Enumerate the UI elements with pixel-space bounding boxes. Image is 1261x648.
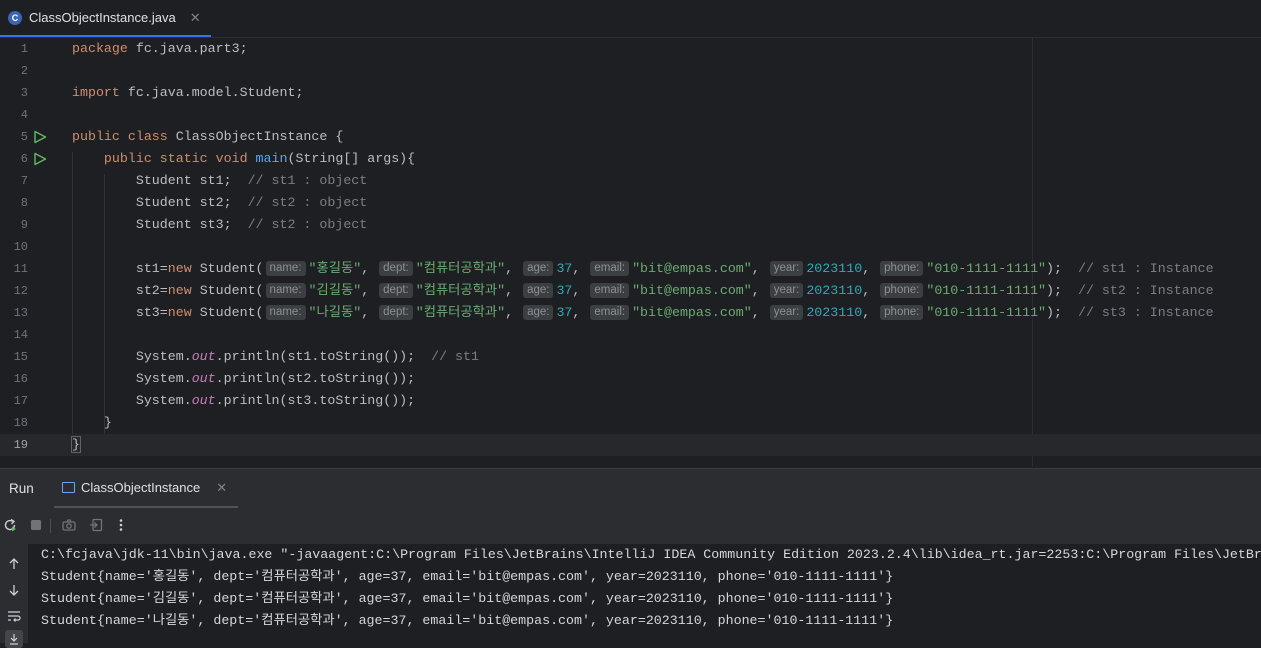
code-editor[interactable]: 1 package fc.java.part3; 2 3 import fc.jav… [0, 38, 1261, 467]
scroll-end-icon[interactable] [5, 630, 23, 648]
run-panel-title: Run [9, 481, 34, 496]
tab-label: ClassObjectInstance.java [29, 10, 176, 25]
console-line: Student{name='나길동', dept='컴퓨터공학과', age=3… [41, 613, 894, 628]
run-panel-header: Run ClassObjectInstance ✕ [0, 468, 1261, 509]
code-line: 18 } [13, 415, 112, 430]
scroll-down-icon[interactable] [5, 581, 23, 599]
code-line: 16 System.out.println(st2.toString()); [13, 371, 416, 386]
code-line: 14 [13, 328, 28, 342]
console-side-toolbar [0, 544, 28, 648]
code-line: 7 Student st1; // st1 : object [20, 173, 368, 188]
more-icon[interactable] [113, 517, 129, 533]
code-line: 2 [20, 64, 28, 78]
soft-wrap-icon[interactable] [5, 607, 23, 625]
editor-tab[interactable]: C ClassObjectInstance.java ✕ [0, 0, 211, 37]
code-line: 6 public static void main(String[] args)… [20, 151, 416, 166]
code-line: 8 Student st2; // st2 : object [20, 195, 368, 210]
code-line: 12 st2=new Student(name: "김길동", dept: "컴퓨터… [13, 283, 1214, 298]
code-line-current: 19} [0, 434, 1261, 456]
run-gutter-icon[interactable] [33, 130, 47, 144]
close-icon[interactable]: ✕ [216, 480, 227, 496]
run-gutter-icon[interactable] [33, 152, 47, 166]
toolbar-separator [50, 519, 51, 533]
code-line: 5 public class ClassObjectInstance { [20, 129, 344, 144]
scroll-up-icon[interactable] [5, 555, 23, 573]
code-line: 3 import fc.java.model.Student; [20, 85, 304, 100]
run-tab-label: ClassObjectInstance [81, 480, 201, 495]
run-config-tab[interactable]: ClassObjectInstance ✕ [54, 469, 238, 509]
console-line: C:\fcjava\jdk-11\bin\java.exe "-javaagen… [41, 547, 1261, 562]
close-icon[interactable]: ✕ [190, 10, 201, 26]
java-class-icon: C [8, 10, 22, 25]
editor-tab-bar: C ClassObjectInstance.java ✕ [0, 0, 1261, 38]
stop-icon[interactable] [28, 517, 44, 533]
code-line: 9 Student st3; // st2 : object [20, 217, 368, 232]
code-line: 13 st3=new Student(name: "나길동", dept: "컴퓨터… [13, 305, 1214, 320]
console-line: Student{name='홍길동', dept='컴퓨터공학과', age=3… [41, 569, 894, 584]
camera-icon[interactable] [61, 517, 77, 533]
exit-icon[interactable] [88, 517, 104, 533]
console-output[interactable]: C:\fcjava\jdk-11\bin\java.exe "-javaagen… [28, 544, 1261, 643]
code-line: 11 st1=new Student(name: "홍길동", dept: "컴퓨터… [13, 261, 1214, 276]
run-toolbar [0, 508, 1261, 544]
console-line: Student{name='김길동', dept='컴퓨터공학과', age=3… [41, 591, 894, 606]
console-icon [62, 482, 75, 493]
code-line: 10 [13, 240, 28, 254]
code-line: 15 System.out.println(st1.toString()); /… [13, 349, 479, 364]
code-line: 4 [20, 108, 28, 122]
code-line: 1 package fc.java.part3; [20, 41, 248, 56]
rerun-icon[interactable] [2, 517, 18, 533]
code-line: 17 System.out.println(st3.toString()); [13, 393, 416, 408]
